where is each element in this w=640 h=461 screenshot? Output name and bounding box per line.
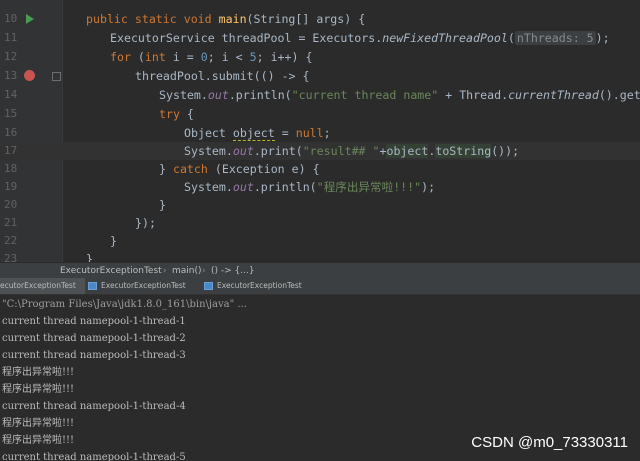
console-command-line: "C:\Program Files\Java\jdk1.8.0_161\bin\… bbox=[2, 299, 247, 310]
fold-icon[interactable] bbox=[52, 72, 61, 81]
code-text: ExecutorService threadPool = Executors.n… bbox=[110, 31, 610, 45]
line-number: 17 bbox=[4, 144, 18, 157]
console-line: current thread namepool-1-thread-5 bbox=[2, 452, 186, 461]
code-line-17[interactable]: 17 System.out.print("result## "+object.t… bbox=[0, 142, 640, 160]
breadcrumb-class[interactable]: ExecutorExceptionTest bbox=[60, 263, 162, 279]
code-line-21[interactable]: 21 }); bbox=[0, 214, 640, 232]
line-number: 16 bbox=[4, 126, 18, 139]
parameter-hint: nThreads: 5 bbox=[514, 31, 596, 45]
breadcrumb-separator: › bbox=[202, 266, 206, 276]
line-number: 18 bbox=[4, 162, 18, 175]
code-line-18[interactable]: 18 } catch (Exception e) { bbox=[0, 160, 640, 178]
code-text: } bbox=[110, 234, 117, 248]
line-number: 21 bbox=[4, 216, 18, 229]
code-text: System.out.println("程序出异常啦!!!"); bbox=[184, 180, 436, 194]
code-text: System.out.print("result## "+object.toSt… bbox=[184, 144, 520, 158]
run-tab-label: ecutorExceptionTest bbox=[0, 281, 76, 290]
line-number: 15 bbox=[4, 107, 18, 120]
breadcrumb-lambda[interactable]: () -> {...} bbox=[211, 263, 255, 279]
run-icon[interactable] bbox=[26, 14, 34, 24]
line-number: 19 bbox=[4, 180, 18, 193]
code-line-12[interactable]: 12 for (int i = 0; i < 5; i++) { bbox=[0, 48, 640, 66]
breadcrumb: ExecutorExceptionTest › main() › () -> {… bbox=[0, 262, 640, 279]
run-tab-label: ExecutorExceptionTest bbox=[101, 281, 186, 290]
breakpoint-icon[interactable] bbox=[24, 70, 35, 81]
line-number: 12 bbox=[4, 50, 18, 63]
code-line-23[interactable]: 23 } bbox=[0, 250, 640, 262]
code-line-19[interactable]: 19 System.out.println("程序出异常啦!!!"); bbox=[0, 178, 640, 196]
line-number: 23 bbox=[4, 252, 18, 262]
code-line-15[interactable]: 15 try { bbox=[0, 105, 640, 123]
console-line: 程序出异常啦!!! bbox=[2, 435, 75, 446]
console-line: 程序出异常啦!!! bbox=[2, 367, 75, 378]
line-number: 20 bbox=[4, 198, 18, 211]
run-tabs: ecutorExceptionTest ExecutorExceptionTes… bbox=[0, 278, 640, 295]
console-line: 程序出异常啦!!! bbox=[2, 384, 75, 395]
code-text: Object object = null; bbox=[184, 126, 331, 141]
run-tab-1[interactable]: ecutorExceptionTest bbox=[0, 278, 85, 294]
console-line: current thread namepool-1-thread-1 bbox=[2, 316, 186, 327]
console-icon bbox=[88, 282, 97, 290]
code-text: } catch (Exception e) { bbox=[159, 162, 320, 176]
code-text: System.out.println("current thread name"… bbox=[159, 88, 640, 102]
console-line: current thread namepool-1-thread-3 bbox=[2, 350, 186, 361]
line-number: 10 bbox=[4, 12, 18, 25]
console-line: current thread namepool-1-thread-4 bbox=[2, 401, 186, 412]
code-line-13[interactable]: 13 threadPool.submit(() -> { bbox=[0, 67, 640, 85]
line-number: 11 bbox=[4, 31, 18, 44]
line-number: 14 bbox=[4, 88, 18, 101]
line-number: 22 bbox=[4, 234, 18, 247]
code-line-22[interactable]: 22 } bbox=[0, 232, 640, 250]
breadcrumb-method[interactable]: main() bbox=[172, 263, 202, 279]
code-line-16[interactable]: 16 Object object = null; bbox=[0, 124, 640, 142]
code-text: threadPool.submit(() -> { bbox=[135, 69, 310, 83]
breadcrumb-separator: › bbox=[163, 266, 167, 276]
code-editor[interactable]: 10 public static void main(String[] args… bbox=[0, 0, 640, 262]
console-line: 程序出异常啦!!! bbox=[2, 418, 75, 429]
code-line-10[interactable]: 10 public static void main(String[] args… bbox=[0, 10, 640, 28]
run-tab-label: ExecutorExceptionTest bbox=[217, 281, 302, 290]
run-tab-3[interactable]: ExecutorExceptionTest bbox=[204, 278, 319, 294]
code-text: for (int i = 0; i < 5; i++) { bbox=[110, 50, 313, 64]
code-line-14[interactable]: 14 System.out.println("current thread na… bbox=[0, 86, 640, 104]
code-line-11[interactable]: 11 ExecutorService threadPool = Executor… bbox=[0, 29, 640, 47]
code-text: } bbox=[86, 252, 93, 262]
run-tab-2[interactable]: ExecutorExceptionTest bbox=[88, 278, 203, 294]
code-text: public static void main(String[] args) { bbox=[86, 12, 366, 26]
code-text: } bbox=[159, 198, 166, 212]
console-icon bbox=[204, 282, 213, 290]
code-text: }); bbox=[135, 216, 156, 230]
console-line: current thread namepool-1-thread-2 bbox=[2, 333, 186, 344]
line-number: 13 bbox=[4, 69, 18, 82]
code-line-20[interactable]: 20 } bbox=[0, 196, 640, 214]
watermark: CSDN @m0_73330311 bbox=[471, 434, 628, 451]
code-text: try { bbox=[159, 107, 194, 121]
